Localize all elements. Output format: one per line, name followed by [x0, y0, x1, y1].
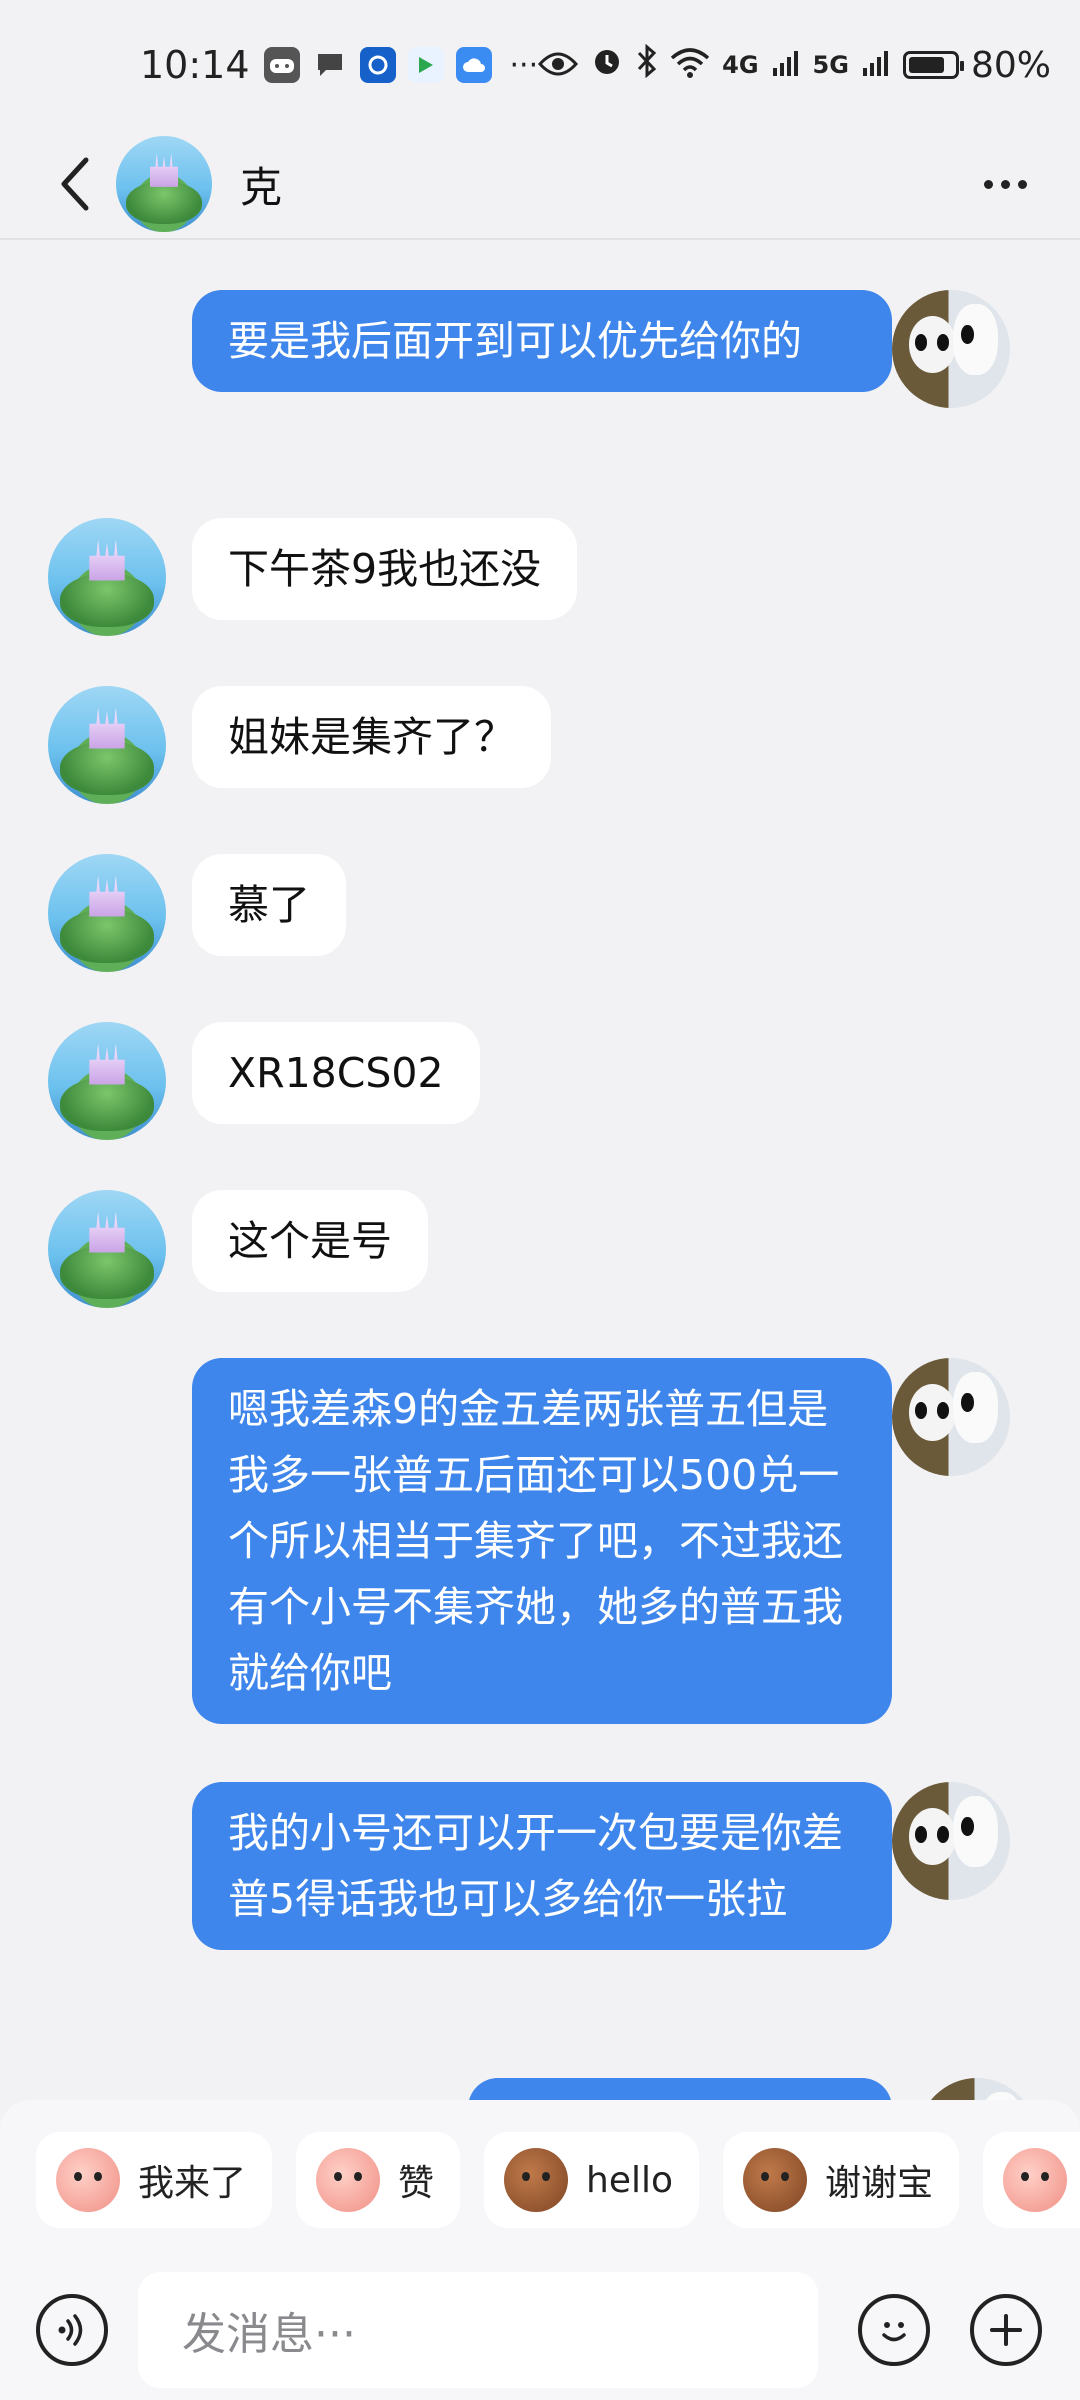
- signal-5g-icon: [861, 43, 891, 87]
- contact-avatar[interactable]: [48, 1022, 166, 1140]
- voice-input-button[interactable]: [36, 2294, 108, 2366]
- my-avatar[interactable]: [892, 1782, 1010, 1900]
- quick-reply-chip[interactable]: 谢谢宝: [723, 2132, 960, 2228]
- quick-reply-label: 谢谢宝: [825, 2163, 934, 2204]
- emoji-button[interactable]: [858, 2294, 930, 2366]
- pig-happy-emoji-icon: [1003, 2148, 1068, 2212]
- battery-icon: [902, 51, 964, 79]
- message-bubble[interactable]: XR18CS02: [192, 1022, 480, 1124]
- more-actions-button[interactable]: [970, 2294, 1042, 2366]
- message-bubble[interactable]: 姐妹是集齐了？: [192, 686, 551, 788]
- network-4g-label: 4G: [722, 51, 759, 79]
- message-row-incoming: 姐妹是集齐了？: [48, 686, 551, 804]
- pig-thumbs-up-emoji-icon: [316, 2148, 381, 2212]
- contact-avatar[interactable]: [48, 854, 166, 972]
- quick-reply-label: 我来了: [138, 2163, 247, 2204]
- eye-icon: [538, 43, 579, 87]
- system-icons: 4G 5G 80%: [538, 43, 1051, 87]
- quick-reply-chip[interactable]: hello: [484, 2132, 700, 2228]
- smiley-icon: [882, 2322, 906, 2342]
- quick-reply-label: hello: [586, 2159, 674, 2201]
- bluetooth-icon: [636, 43, 658, 87]
- contact-avatar[interactable]: [48, 1190, 166, 1308]
- contact-avatar[interactable]: [116, 136, 212, 232]
- chat-header: 克: [0, 130, 1080, 240]
- message-row-outgoing-partial: [468, 2078, 1036, 2100]
- message-bubble[interactable]: [468, 2078, 892, 2100]
- game-controller-icon: [263, 47, 300, 83]
- more-notifications: ···: [509, 47, 539, 83]
- chevron-left-icon: [61, 157, 89, 211]
- app-icon-blue: [359, 47, 396, 83]
- network-5g-label: 5G: [812, 51, 849, 79]
- message-list[interactable]: 要是我后面开到可以优先给你的 下午茶9我也还没 姐妹是集齐了？ 慕了 XR18C…: [0, 240, 1080, 2100]
- message-row-outgoing: 要是我后面开到可以优先给你的: [192, 290, 1010, 408]
- quick-reply-chip[interactable]: 我来了: [36, 2132, 273, 2228]
- my-avatar[interactable]: [892, 290, 1010, 408]
- more-dot: [1017, 179, 1027, 189]
- message-bubble[interactable]: 慕了: [192, 854, 346, 956]
- cloud-icon: [455, 47, 492, 83]
- more-dot: [983, 179, 993, 189]
- message-bubble[interactable]: 这个是号: [192, 1190, 428, 1292]
- back-button[interactable]: [36, 144, 116, 224]
- quick-reply-label: 赞: [398, 2163, 435, 2204]
- video-app-icon: [407, 47, 444, 83]
- battery-percent: 80%: [970, 44, 1051, 86]
- status-time: 10:14: [140, 43, 250, 87]
- voice-icon: [58, 2314, 83, 2346]
- wifi-icon: [670, 43, 710, 87]
- message-bubble[interactable]: 我的小号还可以开一次包要是你差普5得话我也可以多给你一张拉: [192, 1782, 892, 1950]
- quick-reply-chip[interactable]: 赞: [296, 2132, 461, 2228]
- plus-icon: [990, 2314, 1022, 2346]
- contact-avatar[interactable]: [48, 686, 166, 804]
- quick-reply-bar: 我来了 赞 hello 谢谢宝 喜: [0, 2100, 1080, 2260]
- contact-name: 克: [240, 162, 283, 212]
- message-row-outgoing: 嗯我差森9的金五差两张普五但是我多一张普五后面还可以500兑一个所以相当于集齐了…: [192, 1358, 1010, 1724]
- message-row-incoming: 慕了: [48, 854, 346, 972]
- message-row-incoming: 下午茶9我也还没: [48, 518, 578, 636]
- message-row-incoming: XR18CS02: [48, 1022, 480, 1140]
- notification-icons: ···: [263, 47, 539, 83]
- status-bar: 10:14 ··· 4G 5G 80%: [0, 0, 1080, 130]
- monkey-flower-emoji-icon: [743, 2148, 808, 2212]
- signal-4g-icon: [771, 43, 801, 87]
- quick-reply-chip[interactable]: 喜: [983, 2132, 1080, 2228]
- my-avatar[interactable]: [892, 1358, 1010, 1476]
- alarm-icon: [590, 43, 624, 87]
- message-row-outgoing: 我的小号还可以开一次包要是你差普5得话我也可以多给你一张拉: [192, 1782, 1010, 1950]
- my-avatar[interactable]: [918, 2078, 1036, 2100]
- message-input[interactable]: 发消息···: [138, 2272, 818, 2388]
- message-bubble[interactable]: 下午茶9我也还没: [192, 518, 578, 620]
- input-bar: 发消息···: [0, 2260, 1080, 2400]
- message-bubble[interactable]: 要是我后面开到可以优先给你的: [192, 290, 892, 392]
- pig-wave-emoji-icon: [56, 2148, 120, 2212]
- more-dot: [1000, 179, 1010, 189]
- monkey-hello-emoji-icon: [504, 2148, 569, 2212]
- contact-avatar[interactable]: [48, 518, 166, 636]
- message-bubble[interactable]: 嗯我差森9的金五差两张普五但是我多一张普五后面还可以500兑一个所以相当于集齐了…: [192, 1358, 892, 1724]
- message-row-incoming: 这个是号: [48, 1190, 428, 1308]
- message-bubble-icon: [312, 47, 348, 83]
- more-options-button[interactable]: [970, 149, 1040, 219]
